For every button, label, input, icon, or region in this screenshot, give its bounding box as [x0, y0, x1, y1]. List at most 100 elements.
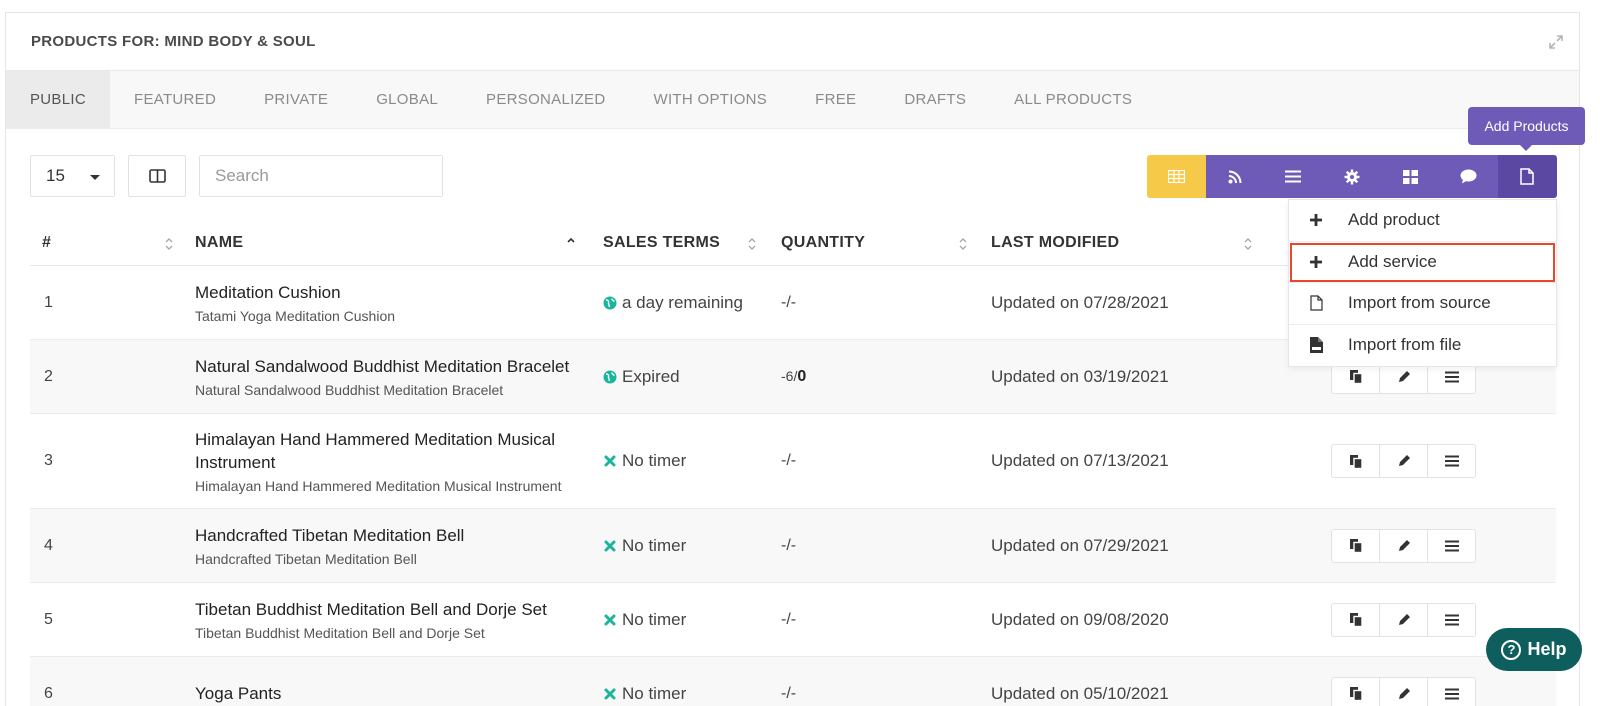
table-row[interactable]: 4 Handcrafted Tibetan Meditation Bell Ha…	[30, 509, 1556, 583]
import-from-source-label: Import from source	[1348, 293, 1491, 313]
duplicate-button[interactable]	[1331, 676, 1380, 706]
copy-icon	[1349, 454, 1363, 469]
comments-button[interactable]	[1439, 155, 1498, 198]
quantity-cell: -/-	[781, 452, 991, 470]
pencil-icon	[1398, 455, 1410, 466]
column-header-num[interactable]: #	[30, 220, 195, 266]
column-terms-label: SALES TERMS	[603, 233, 721, 251]
pencil-icon	[1398, 370, 1410, 382]
product-name-cell: Meditation Cushion Tatami Yoga Meditatio…	[195, 281, 603, 324]
edit-button[interactable]	[1379, 444, 1428, 478]
sales-terms-text: No timer	[622, 683, 687, 703]
tiles-view-button[interactable]	[1381, 155, 1440, 198]
column-name-label: NAME	[195, 233, 244, 251]
help-button[interactable]: ? Help	[1486, 628, 1582, 671]
csv-file-icon	[1309, 337, 1323, 354]
column-header-modified[interactable]: LAST MODIFIED	[991, 220, 1331, 266]
quantity-stock: 0	[797, 367, 807, 385]
edit-button[interactable]	[1379, 602, 1428, 637]
search-input[interactable]	[199, 155, 443, 197]
column-header-quantity[interactable]: QUANTITY	[781, 220, 991, 266]
column-header-terms[interactable]: SALES TERMS	[603, 220, 781, 266]
edit-button[interactable]	[1379, 676, 1428, 706]
document-icon	[1520, 168, 1534, 185]
menu-button[interactable]	[1427, 602, 1476, 637]
row-number: 3	[44, 452, 53, 469]
product-tabs: PUBLIC FEATURED PRIVATE GLOBAL PERSONALI…	[6, 71, 1579, 129]
last-modified: Updated on 07/13/2021	[991, 451, 1169, 470]
menu-icon	[1444, 455, 1459, 467]
add-product-item[interactable]: Add product	[1289, 200, 1556, 242]
product-name[interactable]: Natural Sandalwood Buddhist Meditation B…	[195, 355, 603, 378]
edit-button[interactable]	[1379, 528, 1428, 563]
duplicate-button[interactable]	[1331, 444, 1380, 478]
tab-with-options[interactable]: WITH OPTIONS	[630, 71, 792, 128]
table-row[interactable]: 3 Himalayan Hand Hammered Meditation Mus…	[30, 414, 1556, 509]
x-icon	[604, 614, 616, 625]
menu-button[interactable]	[1427, 528, 1476, 563]
menu-button[interactable]	[1427, 676, 1476, 706]
settings-button[interactable]	[1322, 155, 1381, 198]
pencil-icon	[1398, 613, 1410, 625]
duplicate-button[interactable]	[1331, 602, 1380, 637]
quantity-value: -/-	[781, 452, 797, 469]
menu-icon	[1444, 688, 1459, 699]
add-products-button[interactable]	[1498, 155, 1557, 198]
x-icon	[604, 455, 616, 467]
copy-icon	[1349, 539, 1363, 553]
duplicate-button[interactable]	[1331, 528, 1380, 563]
add-product-label: Add product	[1348, 210, 1440, 230]
last-modified: Updated on 09/08/2020	[991, 609, 1169, 629]
rss-button[interactable]	[1205, 155, 1264, 198]
panel-header: PRODUCTS FOR: MIND BODY & SOUL	[6, 13, 1579, 71]
tab-free[interactable]: FREE	[791, 71, 880, 128]
tab-all-products[interactable]: ALL PRODUCTS	[990, 71, 1156, 128]
x-icon	[604, 688, 616, 699]
menu-icon	[1444, 371, 1459, 382]
row-actions	[1331, 602, 1476, 637]
page-size-select[interactable]: 15	[30, 155, 115, 197]
table-row[interactable]: 5 Tibetan Buddhist Meditation Bell and D…	[30, 583, 1556, 657]
grid-view-button[interactable]	[1147, 155, 1206, 198]
expand-icon[interactable]	[1549, 35, 1563, 49]
product-name[interactable]: Meditation Cushion	[195, 281, 603, 304]
product-name[interactable]: Himalayan Hand Hammered Meditation Music…	[195, 428, 603, 474]
copy-icon	[1349, 613, 1363, 627]
sales-terms-text: a day remaining	[622, 292, 743, 312]
row-number: 5	[44, 610, 53, 628]
sort-asc-icon	[567, 237, 575, 243]
last-modified: Updated on 07/28/2021	[991, 292, 1169, 312]
sales-terms-cell: a day remaining	[603, 293, 781, 313]
add-service-item[interactable]: Add service	[1289, 242, 1556, 283]
product-name[interactable]: Handcrafted Tibetan Meditation Bell	[195, 524, 603, 547]
tab-drafts[interactable]: DRAFTS	[880, 71, 990, 128]
menu-button[interactable]	[1427, 444, 1476, 478]
tab-personalized[interactable]: PERSONALIZED	[462, 71, 629, 128]
quantity-value: -/-	[781, 684, 797, 702]
product-name-cell: Handcrafted Tibetan Meditation Bell Hand…	[195, 524, 603, 567]
column-header-name[interactable]: NAME	[195, 220, 603, 266]
tab-featured[interactable]: FEATURED	[110, 71, 240, 128]
plus-icon	[1310, 214, 1322, 227]
tab-global[interactable]: GLOBAL	[352, 71, 462, 128]
sales-terms-text: No timer	[622, 535, 687, 555]
sales-terms-text: Expired	[622, 366, 680, 386]
table-row[interactable]: 6 Yoga Pants No timer -/- Updated on 05/…	[30, 657, 1556, 706]
comment-icon	[1460, 169, 1477, 184]
tab-public[interactable]: PUBLIC	[6, 71, 110, 128]
quantity-cell: -/-	[781, 537, 991, 555]
product-name[interactable]: Tibetan Buddhist Meditation Bell and Dor…	[195, 598, 603, 621]
quantity-cell: -/-	[781, 294, 991, 312]
gear-icon	[1344, 169, 1360, 184]
import-from-source-item[interactable]: Import from source	[1289, 283, 1556, 325]
tiles-icon	[1402, 169, 1418, 184]
list-view-button[interactable]	[1264, 155, 1323, 198]
row-number: 2	[44, 367, 53, 385]
import-from-file-item[interactable]: Import from file	[1289, 325, 1556, 367]
tab-private[interactable]: PRIVATE	[240, 71, 352, 128]
product-name[interactable]: Yoga Pants	[195, 682, 603, 705]
sales-terms-cell: No timer	[603, 610, 781, 630]
last-modified: Updated on 05/10/2021	[991, 683, 1169, 703]
quantity-value: -/-	[781, 610, 797, 628]
column-toggle-button[interactable]	[128, 155, 186, 197]
